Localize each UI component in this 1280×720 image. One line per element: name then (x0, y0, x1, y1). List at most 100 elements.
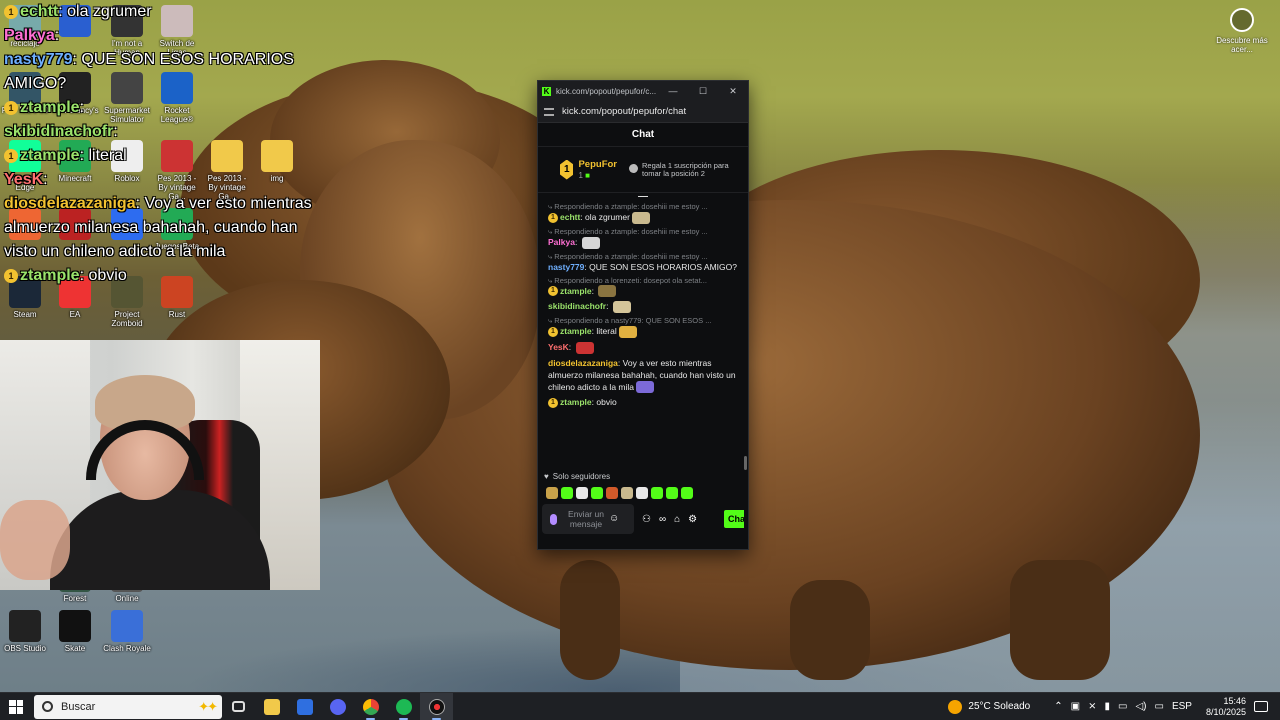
overlay-chat-line: Palkya: (4, 24, 334, 48)
chat-messages-list[interactable]: ⤷ Respondiendo a ztample: dosehiii me es… (538, 193, 748, 468)
quick-emote-icon[interactable] (621, 487, 633, 499)
quick-emote-icon[interactable] (651, 487, 663, 499)
chat-username[interactable]: ztample (560, 326, 592, 336)
reply-text: Respondiendo a ztample: dosehiii me esto… (554, 202, 708, 211)
language-indicator[interactable]: ESP (1172, 701, 1192, 712)
discover-more-icon[interactable]: Descubre más acer... (1216, 8, 1268, 54)
reply-context[interactable]: ⤷ Respondiendo a ztample: dosehiii me es… (548, 252, 740, 261)
reply-context[interactable]: ⤷ Respondiendo a nasty779: QUE SON ESOS … (548, 316, 740, 325)
gift-subscription-prompt[interactable]: Regala 1 suscripción para tomar la posic… (629, 161, 740, 178)
chat-username[interactable]: diosdelazazaniga (548, 358, 618, 368)
chat-username[interactable]: YesK (548, 342, 569, 352)
kick-chat-popup-window[interactable]: K kick.com/popout/pepufor/c... — ☐ ✕ kic… (537, 80, 749, 550)
clock[interactable]: 15:46 8/10/2025 (1206, 696, 1246, 718)
chat-message[interactable]: YesK: (548, 341, 740, 354)
chat-message-text: ola zgrumer (585, 212, 630, 222)
store-icon (296, 698, 313, 715)
site-settings-icon[interactable] (544, 107, 554, 116)
chat-username[interactable]: ztample (560, 286, 592, 296)
emoji-icon[interactable]: ☺ (609, 514, 619, 524)
weather-widget[interactable]: 25°C Soleado (948, 699, 1031, 714)
chevron-up-icon[interactable]: ⌃ (1054, 701, 1062, 712)
quick-emote-icon[interactable] (561, 487, 573, 499)
chat-username[interactable]: echtt (560, 212, 580, 222)
clock-time: 15:46 (1223, 695, 1246, 706)
chat-message[interactable]: diosdelazazaniga: Voy a ver esto mientra… (548, 357, 740, 394)
discord-icon (329, 698, 346, 715)
chrome-button[interactable] (354, 693, 387, 720)
microphone-icon[interactable]: ▮ (1104, 701, 1110, 712)
desktop-icon[interactable]: OBS Studio (0, 610, 50, 653)
reply-context[interactable]: ⤷ Respondiendo a ztample: dosehiii me es… (548, 227, 740, 236)
overlay-username: nasty779 (4, 51, 73, 68)
chat-message[interactable]: Palkya: (548, 236, 740, 249)
chat-scrollbar[interactable] (744, 456, 747, 470)
chat-message-input[interactable]: Enviar un mensaje ☺ (542, 504, 634, 534)
gear-icon[interactable]: ⚙ (688, 514, 697, 525)
quick-emote-icon[interactable] (576, 487, 588, 499)
speaker-icon[interactable]: ◁) (1135, 701, 1146, 712)
separator: : (574, 236, 580, 247)
separator: : (58, 3, 68, 20)
chat-message[interactable]: 1 ztample: literal (548, 325, 740, 338)
sub-badge-icon: 1 (548, 212, 558, 223)
spotify-icon (395, 698, 412, 715)
maximize-button[interactable]: ☐ (688, 86, 718, 97)
chat-message[interactable]: nasty779: QUE SON ESOS HORARIOS AMIGO? (548, 261, 740, 273)
overlay-chat-line: YesK: (4, 168, 334, 192)
tray-app-icon[interactable]: ▣ (1071, 701, 1080, 712)
weather-text: 25°C Soleado (968, 701, 1031, 712)
spotify-button[interactable] (387, 693, 420, 720)
file-explorer-button[interactable] (255, 693, 288, 720)
chat-username[interactable]: skibidinachofr (548, 301, 606, 311)
notifications-icon[interactable] (1254, 701, 1268, 712)
game-icon (111, 610, 143, 642)
pinned-toggle-icon[interactable] (638, 193, 648, 197)
chat-username[interactable]: ztample (560, 397, 592, 407)
sub-badge-icon: 1 (4, 148, 18, 163)
minimize-button[interactable]: — (658, 86, 688, 96)
chat-message[interactable]: 1 ztample: (548, 285, 740, 298)
reply-context[interactable]: ⤷ Respondiendo a lorenzeti: dosepot ola … (548, 276, 740, 285)
chat-message-text: QUE SON ESOS HORARIOS AMIGO? (589, 261, 737, 272)
chat-username[interactable]: Palkya (548, 237, 575, 247)
quick-emote-icon[interactable] (681, 487, 693, 499)
store-button[interactable] (288, 693, 321, 720)
store-icon[interactable]: ⌂ (674, 514, 680, 525)
chat-title: Chat (631, 129, 655, 140)
reply-context[interactable]: ⤷ Respondiendo a ztample: dosehiii me es… (548, 202, 740, 211)
quick-emote-icon[interactable] (636, 487, 648, 499)
chat-username[interactable]: nasty779 (548, 262, 584, 272)
window-titlebar[interactable]: K kick.com/popout/pepufor/c... — ☐ ✕ (538, 81, 748, 101)
quick-emote-icon[interactable] (606, 487, 618, 499)
gift-leaderboard[interactable]: 1 PepuFor 1 ■ Regala 1 suscripción para … (538, 147, 748, 193)
overlay-chat-line: almuerzo milanesa bahahah, cuando han (4, 216, 334, 240)
obs-button[interactable] (420, 692, 453, 720)
quick-emote-icon[interactable] (591, 487, 603, 499)
quick-emote-icon[interactable] (666, 487, 678, 499)
network-icon[interactable]: ▭ (1118, 701, 1127, 712)
sun-icon (948, 699, 963, 714)
mute-icon[interactable]: ⨯ (1088, 701, 1096, 712)
infinity-icon[interactable]: ∞ (659, 514, 666, 525)
desktop-icon-label: Steam (13, 310, 37, 319)
send-chat-button[interactable]: Chat (724, 510, 744, 528)
microphone-icon[interactable] (550, 513, 557, 525)
address-bar[interactable]: kick.com/popout/pepufor/chat (538, 101, 748, 123)
desktop-icon[interactable]: Clash Royale (102, 610, 152, 653)
battery-icon[interactable]: ▭ (1154, 701, 1163, 712)
task-view-button[interactable] (222, 693, 255, 720)
chat-message[interactable]: 1 ztample: obvio (548, 396, 740, 408)
followers-only-text: Solo seguidores (552, 472, 611, 481)
desktop-icon[interactable]: Skate (50, 610, 100, 653)
chat-message[interactable]: skibidinachofr: (548, 300, 740, 313)
close-button[interactable]: ✕ (718, 86, 748, 97)
taskbar-search[interactable]: Buscar ✦✦ (34, 694, 222, 719)
separator: : (606, 301, 611, 312)
quick-emote-icon[interactable] (546, 487, 558, 499)
discord-button[interactable] (321, 693, 354, 720)
chat-message[interactable]: 1 echtt: ola zgrumer (548, 211, 740, 224)
reply-text: Respondiendo a lorenzeti: dosepot ola se… (554, 275, 707, 285)
start-button[interactable] (0, 693, 32, 720)
users-icon[interactable]: ⚇ (642, 514, 651, 525)
